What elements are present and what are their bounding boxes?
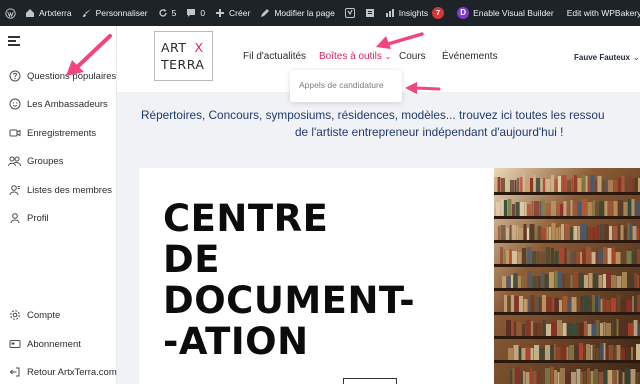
wpbakery-label: Edit with WPBakery Page Builder — [566, 8, 640, 18]
wordpress-logo-icon — [5, 8, 16, 19]
annotation-arrow-dropdown — [405, 82, 441, 94]
hero-cta-button[interactable] — [343, 378, 397, 384]
home-icon — [25, 8, 35, 18]
brush-icon — [82, 8, 92, 18]
nav-events[interactable]: Événements — [442, 51, 498, 62]
insights-label: Insights — [398, 8, 429, 18]
comment-icon — [186, 8, 196, 18]
sidebar-item-back-site[interactable]: Retour ArtxTerra.com — [0, 361, 117, 383]
logo-word-art: ART — [161, 40, 187, 55]
insights-link[interactable]: Insights 7 — [380, 0, 449, 26]
hero-title: CENTRE DE DOCUMENT- -ATION — [163, 198, 415, 362]
sidebar-item-members[interactable]: Listes des membres — [0, 179, 117, 201]
library-photo — [494, 168, 640, 384]
gear-icon — [8, 309, 21, 322]
customize-label: Personnaliser — [95, 8, 148, 18]
hero-title-line: -ATION — [163, 320, 309, 363]
visual-builder-link[interactable]: D Enable Visual Builder — [449, 0, 559, 26]
logo-word-terra: TERRA — [161, 57, 205, 72]
yoast-link[interactable] — [340, 0, 360, 26]
refresh-icon — [158, 8, 168, 18]
user-menu-name[interactable]: Fauve Fauteux — [574, 53, 630, 62]
intro-line-1: Répertoires, Concours, symposiums, résid… — [141, 108, 605, 122]
hero-title-line: CENTRE — [163, 197, 329, 240]
sidebar-item-subscription[interactable]: Abonnement — [0, 333, 117, 355]
sidebar-item-label: Enregistrements — [27, 127, 97, 139]
updates-count: 5 — [171, 8, 177, 18]
dropdown-item-calls[interactable]: Appels de candidature — [299, 80, 384, 90]
user-chevron-down-icon[interactable]: ⌄ — [632, 52, 640, 63]
group-icon — [8, 155, 21, 168]
video-camera-icon — [8, 127, 21, 140]
sidebar-item-label: Profil — [27, 212, 49, 224]
wpforms-link[interactable] — [360, 0, 380, 26]
comments-count: 0 — [200, 8, 206, 18]
hamburger-menu-icon[interactable] — [8, 36, 20, 46]
sidebar-item-label: Retour ArtxTerra.com — [27, 366, 117, 378]
nav-toolbox[interactable]: Boîtes à outils ⌄ — [319, 51, 391, 62]
forms-icon — [365, 8, 375, 18]
wp-admin-bar: Artxterra Personnaliser 5 0 Créer Modifi… — [0, 0, 640, 26]
customize-link[interactable]: Personnaliser — [77, 0, 153, 26]
site-name-link[interactable]: Artxterra — [20, 0, 77, 26]
pencil-icon — [260, 8, 270, 18]
yoast-icon — [344, 8, 355, 18]
new-label: Créer — [229, 8, 251, 18]
smiley-icon — [8, 98, 21, 111]
divi-icon: D — [457, 7, 470, 19]
nav-news[interactable]: Fil d'actualités — [243, 51, 306, 62]
site-name-label: Artxterra — [39, 8, 72, 18]
insights-badge: 7 — [432, 7, 445, 19]
exit-icon — [8, 366, 21, 379]
updates-link[interactable]: 5 — [153, 0, 182, 26]
sidebar-item-groups[interactable]: Groupes — [0, 150, 117, 172]
toolbox-dropdown: Appels de candidature — [290, 70, 402, 102]
chevron-down-icon: ⌄ — [384, 52, 392, 61]
hero-title-line: DOCUMENT- — [163, 279, 416, 322]
sidebar-item-label: Listes des membres — [27, 184, 113, 196]
sidebar-item-account[interactable]: Compte — [0, 304, 117, 326]
site-logo[interactable]: ART X TERRA — [154, 31, 213, 81]
sidebar-item-label: Groupes — [27, 155, 64, 167]
intro-line-2: de l'artiste entrepreneur indépendant d'… — [295, 125, 564, 139]
card-icon — [8, 338, 21, 351]
sidebar-item-recordings[interactable]: Enregistrements — [0, 122, 117, 144]
members-icon — [8, 184, 21, 197]
hero-banner: CENTRE DE DOCUMENT- -ATION — [139, 168, 640, 384]
sidebar-item-label: Les Ambassadeurs — [27, 98, 108, 110]
sidebar-item-ambassadors[interactable]: Les Ambassadeurs — [0, 93, 117, 115]
nav-toolbox-label: Boîtes à outils — [319, 51, 382, 62]
sidebar-item-profile[interactable]: Profil — [0, 207, 117, 229]
hero-title-line: DE — [163, 238, 220, 281]
plus-icon — [215, 8, 225, 18]
bar-chart-icon — [385, 8, 395, 18]
visual-builder-label: Enable Visual Builder — [473, 8, 554, 18]
comments-link[interactable]: 0 — [181, 0, 210, 26]
wordpress-menu[interactable] — [0, 0, 20, 26]
sidebar-item-label: Abonnement — [27, 338, 81, 350]
new-content-link[interactable]: Créer — [210, 0, 255, 26]
edit-page-label: Modifier la page — [274, 8, 335, 18]
user-icon — [8, 212, 21, 225]
edit-page-link[interactable]: Modifier la page — [255, 0, 339, 26]
wpbakery-link[interactable]: Edit with WPBakery Page Builder — [559, 0, 640, 26]
logo-x: X — [194, 40, 204, 55]
sidebar-item-label: Compte — [27, 309, 61, 321]
library-shelves-image — [494, 168, 640, 384]
annotation-arrow-toolbox — [376, 32, 424, 49]
annotation-arrow-sidebar — [66, 34, 112, 76]
question-circle-icon — [8, 70, 21, 83]
nav-courses[interactable]: Cours — [399, 51, 426, 62]
